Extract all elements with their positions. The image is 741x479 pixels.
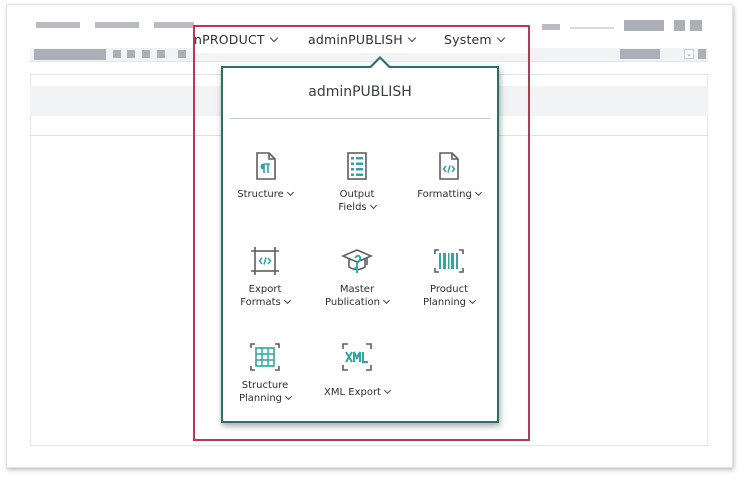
- chevron-down-icon: [383, 386, 392, 395]
- dropdown-title: adminPUBLISH: [308, 84, 412, 100]
- toolbar-placeholder: [113, 50, 121, 58]
- tile-export-formats[interactable]: Export Formats: [220, 245, 310, 309]
- header-placeholder: [624, 20, 664, 31]
- chevron-down-icon: [468, 296, 477, 305]
- tile-product-planning[interactable]: Product Planning: [404, 245, 494, 309]
- header-placeholder: [570, 27, 614, 29]
- tile-label: Formats: [240, 297, 281, 308]
- tile-master-publication[interactable]: Master Publication: [312, 245, 402, 309]
- tile-label: Planning: [422, 297, 467, 308]
- output-fields-icon: [347, 152, 367, 180]
- toolbar-placeholder: [178, 50, 186, 58]
- chevron-down-icon: [474, 188, 482, 197]
- chevron-down-icon: [284, 392, 293, 401]
- dropdown-divider: [229, 118, 491, 119]
- tile-label: Output: [339, 189, 375, 200]
- toolbar-placeholder: [34, 49, 106, 60]
- small-select[interactable]: ⌄: [684, 49, 694, 59]
- header-placeholder: [542, 24, 560, 30]
- header-placeholder: [95, 22, 139, 28]
- header-placeholder: [690, 20, 702, 31]
- formatting-code-icon: [439, 152, 459, 180]
- chevron-down-icon: [283, 296, 291, 305]
- tile-formatting[interactable]: Formatting: [404, 150, 494, 201]
- adminpublish-dropdown: adminPUBLISH Structure Output Fields For…: [221, 66, 499, 423]
- tile-label: Structure: [237, 189, 284, 200]
- chevron-down-icon: [382, 296, 390, 305]
- tile-label: Structure: [241, 380, 289, 391]
- tile-structure-planning[interactable]: Structure Planning: [220, 341, 310, 405]
- tile-label: Formatting: [417, 189, 472, 200]
- toolbar-placeholder: [127, 50, 135, 58]
- barcode-icon: [434, 249, 464, 273]
- export-formats-icon: [251, 247, 279, 275]
- tile-xml-export[interactable]: XML Export: [312, 341, 402, 399]
- header-placeholder: [154, 22, 194, 28]
- tile-label: Planning: [238, 393, 283, 404]
- tile-label: Product: [430, 284, 468, 295]
- master-publication-icon: [341, 249, 373, 273]
- tile-label: Master: [339, 284, 375, 295]
- header-placeholder: [36, 22, 80, 28]
- grid-table-icon: [250, 343, 280, 371]
- header-placeholder: [674, 20, 685, 31]
- tile-output-fields[interactable]: Output Fields: [312, 150, 402, 214]
- tile-label: Fields: [338, 202, 367, 213]
- xml-export-icon: [342, 343, 372, 371]
- tile-structure[interactable]: Structure: [220, 150, 310, 201]
- toolbar-placeholder: [157, 50, 165, 58]
- dropdown-pointer-inner: [371, 59, 389, 68]
- toolbar-placeholder: [698, 49, 706, 59]
- structure-document-icon: [256, 152, 276, 180]
- toolbar-placeholder: [142, 50, 150, 58]
- chevron-down-icon: [369, 201, 377, 210]
- toolbar-placeholder: [620, 49, 660, 59]
- tile-label: Export: [248, 284, 282, 295]
- chevron-down-icon: [286, 188, 294, 197]
- tile-label: Publication: [325, 297, 380, 308]
- tile-label: XML Export: [324, 387, 381, 398]
